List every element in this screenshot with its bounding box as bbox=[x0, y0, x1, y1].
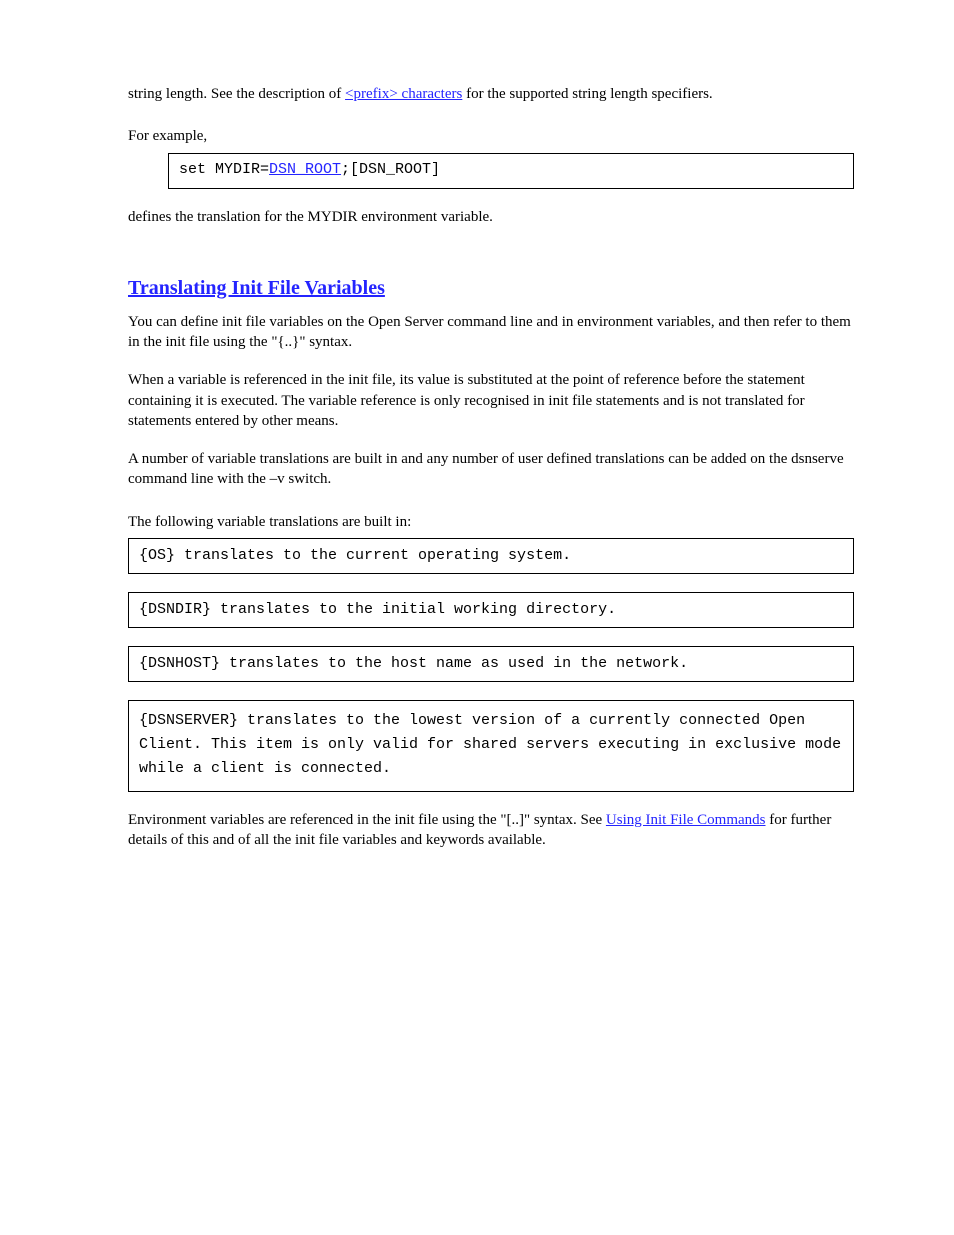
builtin-dsndir-text: {DSNDIR} translates to the initial worki… bbox=[139, 600, 616, 620]
dsn-root-link[interactable]: DSN_ROOT bbox=[269, 161, 341, 178]
using-init-file-commands-link[interactable]: Using Init File Commands bbox=[606, 812, 766, 828]
example-code: set MYDIR=DSN_ROOT;[DSN_ROOT] bbox=[179, 160, 440, 180]
section-heading[interactable]: Translating Init File Variables bbox=[128, 275, 854, 302]
builtin-dsnhost-text: {DSNHOST} translates to the host name as… bbox=[139, 654, 688, 674]
para-1: You can define init file variables on th… bbox=[128, 312, 854, 353]
builtin-os-text: {OS} translates to the current operating… bbox=[139, 546, 571, 566]
end-note: Environment variables are referenced in … bbox=[128, 810, 854, 851]
intro-line: string length. See the description of <p… bbox=[128, 84, 854, 104]
builtin-dsnserver-text: {DSNSERVER} translates to the lowest ver… bbox=[139, 709, 843, 781]
builtin-os: {OS} translates to the current operating… bbox=[128, 538, 854, 574]
code-post: ;[DSN_ROOT] bbox=[341, 161, 440, 178]
code-pre: set MYDIR= bbox=[179, 161, 269, 178]
builtin-dsnhost: {DSNHOST} translates to the host name as… bbox=[128, 646, 854, 682]
page: string length. See the description of <p… bbox=[0, 0, 954, 1235]
example-label: For example, bbox=[128, 126, 854, 146]
example-box: set MYDIR=DSN_ROOT;[DSN_ROOT] bbox=[168, 153, 854, 189]
builtin-dsndir: {DSNDIR} translates to the initial worki… bbox=[128, 592, 854, 628]
builtin-dsnserver: {DSNSERVER} translates to the lowest ver… bbox=[128, 700, 854, 792]
para-2: When a variable is referenced in the ini… bbox=[128, 370, 854, 431]
intro-lead: string length. See the description of bbox=[128, 86, 345, 102]
prefix-characters-link[interactable]: <prefix> characters bbox=[345, 86, 462, 102]
intro-trail: for the supported string length specifie… bbox=[462, 86, 712, 102]
builtins-label: The following variable translations are … bbox=[128, 512, 854, 532]
endnote-pre: Environment variables are referenced in … bbox=[128, 812, 606, 828]
example-conclusion: defines the translation for the MYDIR en… bbox=[128, 207, 854, 227]
para-3: A number of variable translations are bu… bbox=[128, 449, 854, 490]
